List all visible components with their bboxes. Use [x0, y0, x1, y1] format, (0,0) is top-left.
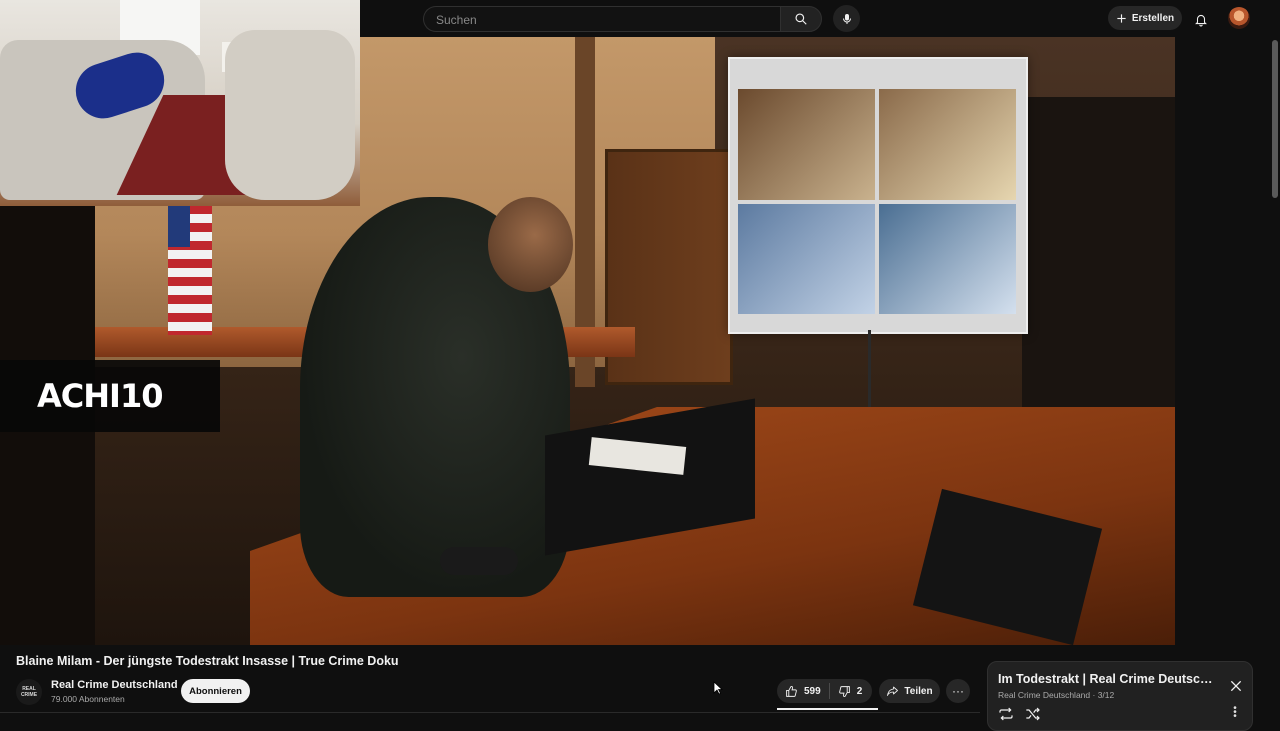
- playlist-meta: Real Crime Deutschland · 3/12: [998, 690, 1114, 700]
- overlay-logo-text: ACHI10: [37, 377, 163, 415]
- section-divider: [0, 712, 980, 713]
- notifications-button[interactable]: [1190, 8, 1212, 30]
- share-button[interactable]: Teilen: [879, 679, 940, 703]
- playlist-panel: Im Todestrakt | Real Crime Deutschland R…: [987, 661, 1253, 731]
- search-box[interactable]: [423, 6, 781, 33]
- account-avatar[interactable]: [1228, 7, 1250, 29]
- channel-avatar[interactable]: REAL CRIME: [16, 679, 42, 705]
- camera-view: [879, 89, 1016, 200]
- surveillance-grid: [738, 89, 1016, 314]
- channel-name[interactable]: Real Crime Deutschland: [51, 679, 178, 691]
- channel-avatar-text: CRIME: [20, 692, 38, 698]
- projector-screen: [728, 57, 1028, 334]
- thumbs-down-icon: [838, 685, 850, 697]
- playlist-menu-button[interactable]: • • •: [1230, 704, 1240, 722]
- bell-icon: [1195, 14, 1207, 26]
- plus-icon: [1117, 13, 1126, 23]
- search-icon: [795, 13, 807, 25]
- person-head: [488, 197, 573, 292]
- like-underline: [777, 708, 878, 710]
- like-dislike-group: 599 2: [777, 679, 872, 703]
- webcam-overlay: [0, 0, 360, 206]
- search-button[interactable]: [780, 6, 822, 32]
- dislike-count: 2: [856, 685, 863, 697]
- flag-canton: [168, 205, 190, 247]
- playlist-channel[interactable]: Real Crime Deutschland: [998, 690, 1090, 700]
- mouse-cursor-icon: [713, 681, 723, 695]
- loop-icon[interactable]: [998, 707, 1014, 721]
- like-button[interactable]: 599: [777, 679, 829, 703]
- more-actions-button[interactable]: ···: [946, 679, 970, 703]
- like-count: 599: [804, 685, 821, 697]
- voice-search-button[interactable]: [833, 5, 860, 32]
- thumbs-up-icon: [786, 685, 797, 697]
- camera-view: [738, 203, 875, 314]
- presenter-remote: [440, 547, 518, 575]
- create-button[interactable]: Erstellen: [1108, 6, 1182, 30]
- subscriber-count: 79.000 Abonnenten: [51, 694, 125, 704]
- subscribe-button[interactable]: Abonnieren: [181, 679, 250, 703]
- shuffle-icon[interactable]: [1025, 707, 1041, 721]
- create-label: Erstellen: [1131, 12, 1175, 24]
- close-icon[interactable]: [1228, 678, 1244, 694]
- mic-icon: [842, 13, 851, 24]
- share-arrow-icon: [887, 686, 899, 696]
- scrollbar-thumb[interactable]: [1272, 40, 1278, 198]
- armchair: [225, 30, 355, 200]
- search-input[interactable]: [434, 7, 768, 33]
- share-label: Teilen: [904, 685, 933, 697]
- video-title: Blaine Milam - Der jüngste Todestrakt In…: [16, 654, 399, 668]
- camera-view: [738, 89, 875, 200]
- dislike-button[interactable]: 2: [830, 679, 871, 703]
- camera-view: [879, 203, 1016, 314]
- playlist-title[interactable]: Im Todestrakt | Real Crime Deutschland: [998, 672, 1218, 686]
- playlist-position: 3/12: [1097, 690, 1115, 700]
